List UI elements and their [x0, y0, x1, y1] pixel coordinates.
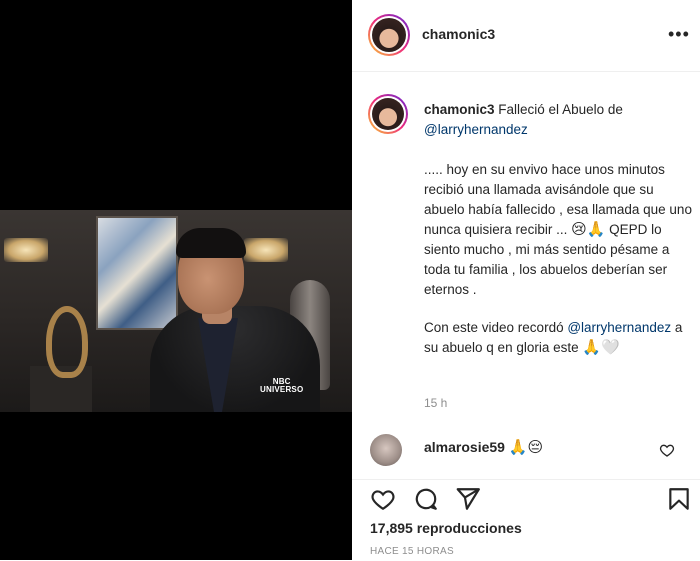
share-send-icon[interactable] — [455, 486, 481, 512]
comment-emojis: 🙏😔 — [508, 439, 544, 456]
post-timestamp[interactable]: HACE 15 HORAS — [370, 546, 454, 557]
caption-username[interactable]: chamonic3 — [424, 102, 495, 117]
bookmark-save-icon[interactable] — [666, 486, 692, 512]
caption-text: chamonic3 Falleció el Abuelo de @larryhe… — [424, 100, 694, 358]
author-username[interactable]: chamonic3 — [422, 26, 495, 42]
author-avatar[interactable] — [368, 14, 410, 56]
caption-emojis-2: 🙏🤍 — [582, 339, 620, 356]
caption-title: Falleció el Abuelo de — [494, 102, 623, 117]
caption-paragraph-1: ..... hoy en su envivo hace unos minutos… — [424, 160, 694, 300]
caption-paragraph-2: Con este video recordó @larryhernandez a… — [424, 318, 694, 358]
avatar-image — [372, 18, 406, 52]
caption-emojis-1: 😢🙏 — [571, 221, 606, 238]
video-player[interactable]: NBC UNIVERSO — [0, 210, 352, 412]
person-hair — [176, 228, 246, 258]
commenter-username[interactable]: almarosie59 — [424, 439, 505, 455]
commenter-avatar[interactable] — [370, 434, 402, 466]
post-header: chamonic3 ••• — [352, 0, 700, 72]
post-actions: 17,895 reproducciones HACE 15 HORAS — [352, 479, 700, 561]
comment-like-heart-icon[interactable] — [659, 442, 675, 458]
caption-mention-2[interactable]: @larryhernandez — [567, 320, 671, 335]
caption-paragraph-2-text: Con este video recordó — [424, 320, 568, 335]
caption-avatar[interactable] — [368, 94, 408, 134]
sculpture — [46, 306, 88, 378]
network-watermark: NBC UNIVERSO — [260, 378, 303, 394]
wall-light-right — [244, 238, 288, 262]
post-side-panel: chamonic3 ••• chamonic3 Falleció el Abue… — [352, 0, 700, 560]
caption-mention[interactable]: @larryhernandez — [424, 122, 528, 137]
background-painting — [96, 216, 178, 330]
watermark-line2: UNIVERSO — [260, 385, 304, 394]
avatar-image — [372, 98, 404, 130]
like-heart-icon[interactable] — [370, 486, 396, 512]
view-count[interactable]: 17,895 reproducciones — [370, 520, 522, 536]
comment-text: almarosie59 🙏😔 — [424, 438, 543, 456]
post-media[interactable]: NBC UNIVERSO — [0, 0, 352, 560]
more-options-icon[interactable]: ••• — [668, 24, 690, 45]
comment-bubble-icon[interactable] — [413, 486, 439, 512]
comment-row: almarosie59 🙏😔 — [352, 428, 700, 468]
comments-section: chamonic3 Falleció el Abuelo de @larryhe… — [352, 72, 700, 479]
caption-time[interactable]: 15 h — [424, 396, 447, 410]
wall-light-left — [4, 238, 48, 262]
